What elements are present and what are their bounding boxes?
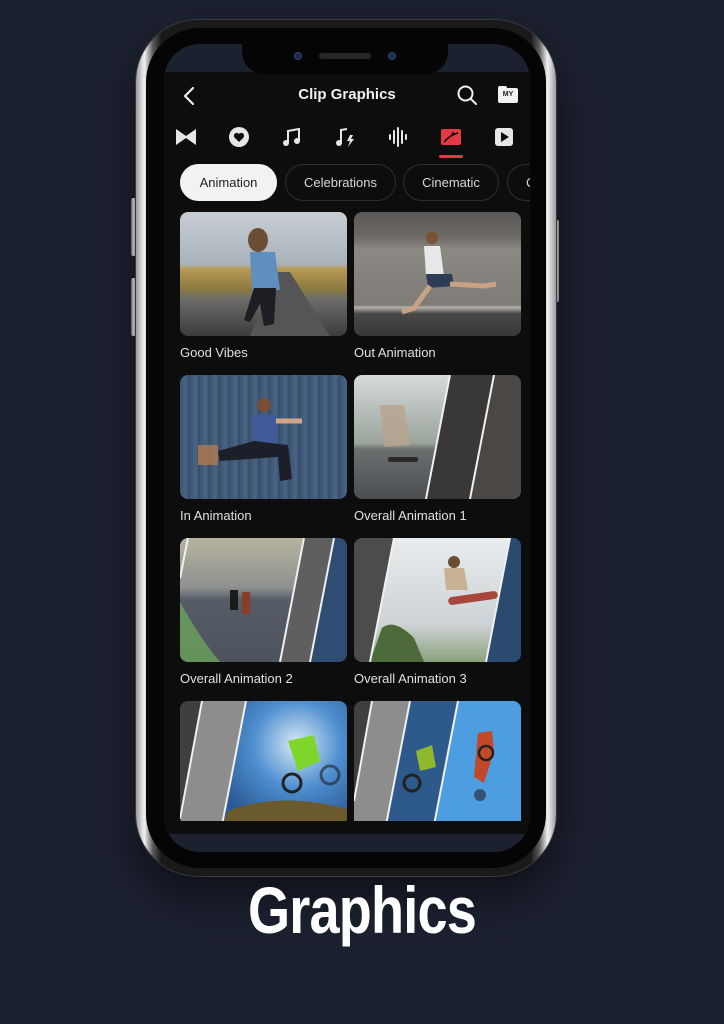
app-header: Clip Graphics MY bbox=[164, 72, 530, 118]
subcategory-chips: Animation Celebrations Cinematic C bbox=[164, 162, 530, 212]
voice-waveform-icon bbox=[389, 127, 407, 147]
promo-caption: Graphics bbox=[247, 873, 477, 947]
earpiece-speaker bbox=[319, 53, 371, 59]
search-icon bbox=[457, 85, 477, 105]
tab-music[interactable] bbox=[278, 124, 306, 150]
clip-graphics-screen: Clip Graphics MY Animation Celebrations … bbox=[164, 72, 530, 834]
my-folder-button[interactable]: MY bbox=[498, 86, 518, 104]
clip-label: Out Animation bbox=[354, 345, 436, 360]
music-icon bbox=[283, 127, 300, 146]
clip-card[interactable] bbox=[180, 701, 347, 821]
motocross-flip-sliced-image bbox=[354, 701, 521, 821]
screen-bottom-area bbox=[164, 834, 530, 852]
clip-label: Overall Animation 1 bbox=[354, 508, 467, 523]
clip-card[interactable]: Good Vibes bbox=[180, 212, 347, 360]
tab-video[interactable] bbox=[490, 124, 518, 150]
phone-notch bbox=[242, 44, 448, 74]
clip-thumbnail bbox=[354, 212, 521, 336]
phone-screen: Clip Graphics MY Animation Celebrations … bbox=[164, 44, 530, 852]
tab-sound-effects[interactable] bbox=[331, 124, 359, 150]
tab-favorites[interactable] bbox=[225, 124, 253, 150]
favorite-heart-icon bbox=[229, 127, 249, 147]
person-dancing-image bbox=[244, 228, 330, 336]
chip-cinematic[interactable]: Cinematic bbox=[403, 164, 499, 201]
my-folder-label: MY bbox=[502, 91, 514, 98]
clip-card[interactable]: Overall Animation 3 bbox=[354, 538, 521, 686]
chip-animation[interactable]: Animation bbox=[180, 164, 277, 201]
graphics-sticker-icon bbox=[441, 129, 461, 145]
video-play-icon bbox=[495, 128, 513, 146]
tab-graphics[interactable] bbox=[437, 124, 465, 158]
tab-transitions[interactable] bbox=[172, 124, 200, 150]
clip-thumbnail bbox=[354, 375, 521, 499]
clip-thumbnail bbox=[180, 375, 347, 499]
skateboarder-sliced-image bbox=[354, 375, 521, 499]
sensor-icon bbox=[388, 52, 396, 60]
clip-label: Good Vibes bbox=[180, 345, 248, 360]
tab-voice[interactable] bbox=[384, 124, 412, 150]
front-camera-icon bbox=[294, 52, 302, 60]
clip-card[interactable]: In Animation bbox=[180, 375, 347, 523]
transition-icon bbox=[176, 129, 196, 145]
clip-card[interactable]: Out Animation bbox=[354, 212, 521, 360]
active-tab-indicator bbox=[439, 155, 463, 158]
sound-effect-icon bbox=[336, 128, 354, 147]
skateboarder-air-sliced-image bbox=[354, 538, 521, 662]
chip-celebrations[interactable]: Celebrations bbox=[285, 164, 396, 201]
clip-card[interactable] bbox=[354, 701, 521, 821]
clip-label: Overall Animation 2 bbox=[180, 671, 293, 686]
clip-thumbnail bbox=[354, 538, 521, 662]
boy-leaping-image bbox=[198, 398, 302, 481]
clip-card[interactable]: Overall Animation 2 bbox=[180, 538, 347, 686]
search-button[interactable] bbox=[456, 84, 478, 106]
clip-label: Overall Animation 3 bbox=[354, 671, 467, 686]
clip-label: In Animation bbox=[180, 508, 252, 523]
motocross-jump-sliced-image bbox=[180, 701, 347, 821]
man-sprinting-image bbox=[401, 232, 497, 315]
clip-thumbnail bbox=[354, 701, 521, 821]
clip-thumbnail bbox=[180, 538, 347, 662]
clip-thumbnail bbox=[180, 212, 347, 336]
clip-card[interactable]: Overall Animation 1 bbox=[354, 375, 521, 523]
category-icon-tabs bbox=[164, 118, 530, 162]
clip-thumbnail bbox=[180, 701, 347, 821]
motorcyclists-sliced-image bbox=[180, 538, 347, 662]
chip-partial[interactable]: C bbox=[507, 164, 530, 201]
